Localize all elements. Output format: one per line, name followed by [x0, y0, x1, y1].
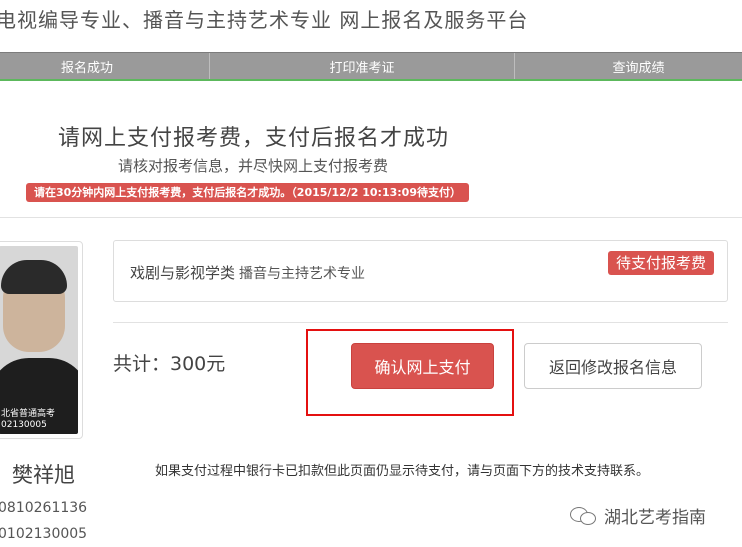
site-title: 电视编导专业、播音与主持艺术专业 网上报名及服务平台: [0, 8, 529, 32]
exam-category-label: 戏剧与影视学类: [130, 264, 236, 282]
main-nav: 报名成功 打印准考证 查询成绩: [0, 52, 742, 81]
divider: [113, 322, 728, 323]
wechat-icon: [570, 504, 598, 528]
divider: [0, 217, 742, 218]
watermark-text: 湖北艺考指南: [604, 508, 706, 528]
nav-item-print-admission-ticket[interactable]: 打印准考证: [210, 53, 515, 79]
total-amount: 共计：300元: [113, 353, 226, 375]
payment-deadline-alert: 请在30分钟内网上支付报考费，支付后报名才成功。（2015/12/2 10:13…: [26, 183, 469, 202]
payment-subline: 请核对报考信息，并尽快网上支付报考费: [118, 157, 389, 175]
student-exam-number: 0102130005: [0, 526, 88, 542]
student-name: 樊祥旭: [12, 463, 75, 487]
student-id-number: 0810261136: [0, 500, 88, 516]
watermark: 湖北艺考指南: [570, 503, 706, 528]
nav-item-registration-success[interactable]: 报名成功: [0, 53, 210, 79]
photo-caption-line2: 02130005: [1, 420, 47, 430]
payment-help-text: 如果支付过程中银行卡已扣款但此页面仍显示待支付，请与页面下方的技术支持联系。: [155, 464, 650, 479]
photo-image: 北省普通高考 02130005: [0, 246, 78, 434]
photo-hair: [1, 260, 67, 294]
exam-category: 戏剧与影视学类 播音与主持艺术专业: [130, 262, 365, 283]
student-photo: 北省普通高考 02130005: [0, 241, 83, 439]
back-to-edit-button[interactable]: 返回修改报名信息: [524, 343, 702, 389]
exam-info-card: 戏剧与影视学类 播音与主持艺术专业 待支付报考费: [113, 240, 728, 302]
payment-headline: 请网上支付报考费，支付后报名才成功: [58, 126, 450, 151]
status-badge: 待支付报考费: [607, 251, 714, 275]
exam-major: 播音与主持艺术专业: [239, 266, 366, 282]
photo-caption-line1: 北省普通高考: [1, 409, 56, 419]
confirm-online-payment-button[interactable]: 确认网上支付: [351, 343, 494, 389]
nav-item-query-scores[interactable]: 查询成绩: [515, 53, 742, 79]
page: 电视编导专业、播音与主持艺术专业 网上报名及服务平台 报名成功 打印准考证 查询…: [0, 0, 742, 547]
photo-caption: 北省普通高考 02130005: [1, 409, 55, 431]
